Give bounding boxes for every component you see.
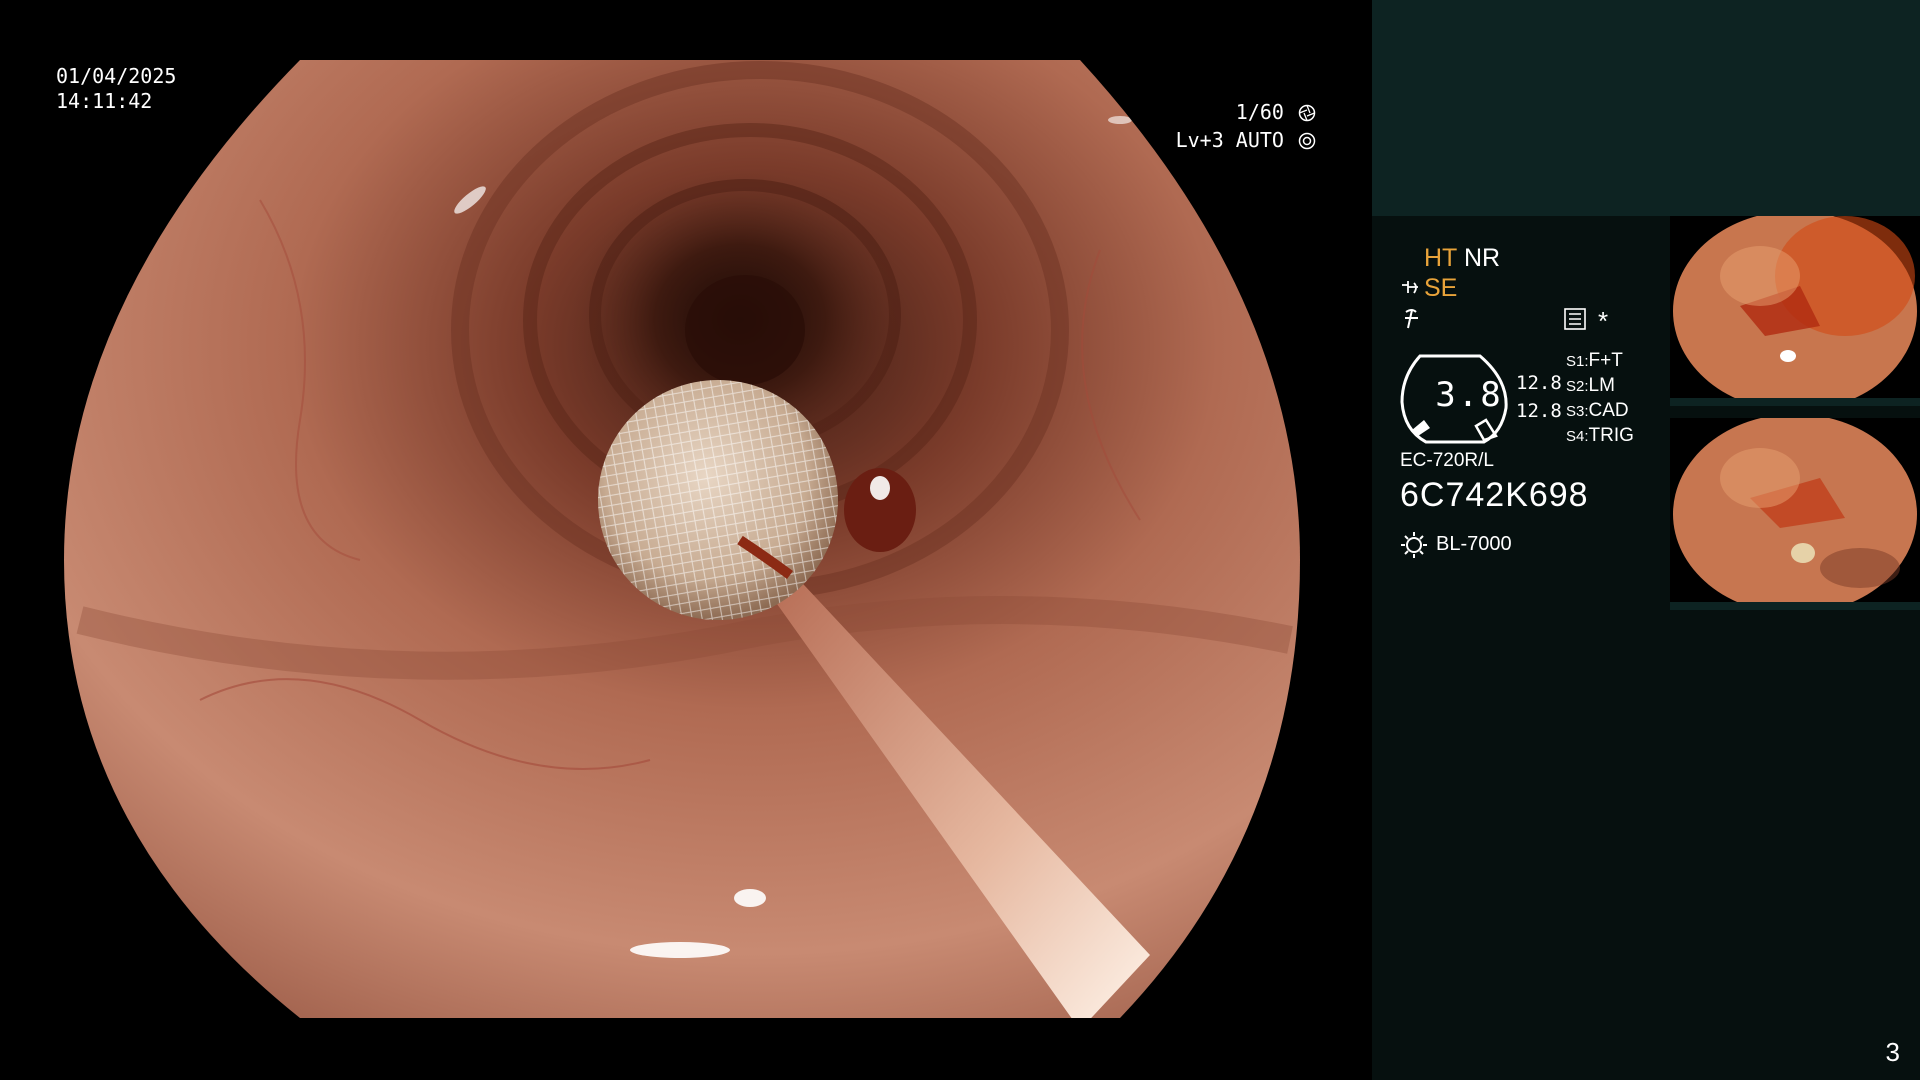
panel-header-area (1372, 0, 1920, 216)
scope-model: EC-720R/L (1400, 450, 1494, 471)
capture-thumbnail-2[interactable] (1670, 418, 1920, 610)
switch-s3-value: CAD (1588, 400, 1629, 421)
switch-s1-key: S1: (1566, 353, 1589, 370)
switch-s4: S4:TRIG (1566, 425, 1634, 447)
flash-icon (1405, 309, 1418, 329)
scope-serial: 6C742K698 (1400, 476, 1589, 514)
switch-s1: S1:F+T (1566, 350, 1623, 372)
switch-s4-value: TRIG (1588, 425, 1634, 446)
nr-indicator: NR (1464, 244, 1501, 272)
switch-s3: S3:CAD (1566, 400, 1629, 422)
gauge-reading-a: 12.8 (1516, 372, 1562, 394)
brightness-level-value: Lv+3 AUTO (1175, 128, 1284, 152)
structure-enhance-icon (1402, 281, 1418, 294)
capture-thumbnail-1[interactable] (1670, 216, 1920, 406)
exam-date: 01/04/2025 (56, 64, 177, 88)
switch-s2: S2:LM (1566, 375, 1615, 397)
switch-s3-key: S3: (1566, 403, 1589, 420)
switch-s2-key: S2: (1566, 378, 1589, 395)
switch-s2-value: LM (1588, 375, 1615, 396)
brightness-level: Lv+3 AUTO (1176, 128, 1316, 152)
gauge-value: 3.8 (1435, 375, 1503, 415)
switch-s4-key: S4: (1566, 428, 1589, 445)
page-number: 3 (1885, 1037, 1900, 1067)
switch-s1-value: F+T (1588, 350, 1623, 371)
endoscope-view: 01/04/2025 14:11:42 1/60 Lv+3 AUTO (0, 0, 1372, 1080)
aperture-icon (1298, 104, 1316, 122)
iris-icon (1298, 132, 1316, 150)
asterisk-indicator: * (1598, 306, 1609, 336)
shutter-speed: 1/60 (1236, 100, 1316, 124)
thumbnail-bar-1 (1670, 398, 1920, 406)
se-indicator: SE (1424, 274, 1458, 302)
light-source-icon (1401, 532, 1427, 558)
thumbnail-image-2 (1673, 418, 1917, 610)
ht-indicator: HT (1424, 244, 1458, 272)
thumbnail-image-1 (1673, 216, 1917, 406)
endoscope-image (64, 60, 1300, 1018)
gauge-reading-b: 12.8 (1516, 400, 1562, 422)
shutter-speed-value: 1/60 (1235, 100, 1284, 124)
thumbnail-bar-2 (1670, 602, 1920, 610)
menu-list-icon (1564, 308, 1586, 330)
exam-time: 14:11:42 (56, 89, 153, 113)
light-source-label: BL-7000 (1436, 533, 1512, 555)
